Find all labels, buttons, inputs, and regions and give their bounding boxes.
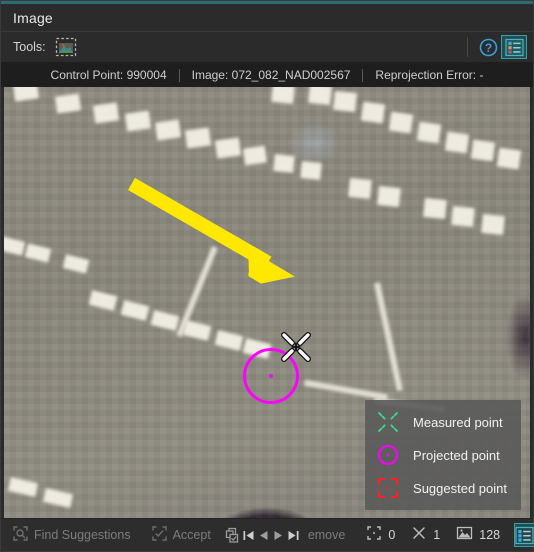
accept-button[interactable]: Accept	[144, 522, 218, 548]
window-title: Image	[13, 9, 53, 26]
last-record-icon[interactable]	[286, 523, 301, 547]
help-question-icon[interactable]: ?	[475, 35, 501, 59]
road-dash	[470, 139, 496, 162]
road-dash	[333, 90, 357, 113]
road-dash	[451, 205, 475, 228]
road-dash	[184, 127, 212, 149]
apply-to-all-icon[interactable]	[224, 523, 241, 547]
status-reprojection-error: Reprojection Error: -	[375, 68, 484, 82]
status-control-point: Control Point: 990004	[50, 68, 167, 82]
suggested-points-count: 0	[358, 522, 403, 548]
images-count-icon	[456, 525, 473, 546]
suggested-count-icon	[366, 525, 382, 546]
legend-list-icon[interactable]	[501, 35, 527, 59]
road-dash	[214, 137, 242, 159]
marker-legend: Measured point Projected point Suggested…	[365, 400, 521, 510]
road-dash	[348, 177, 372, 200]
accept-label: Accept	[172, 528, 211, 542]
road-dash	[360, 101, 386, 124]
tools-label: Tools:	[13, 40, 46, 54]
road-dash	[273, 154, 295, 173]
legend-item-measured-point: Measured point	[375, 409, 507, 435]
status-image-name: Image: 072_082_NAD002567	[191, 68, 351, 82]
find-suggestions-icon	[12, 525, 29, 545]
road-dash	[300, 161, 322, 180]
tools-bar-divider	[467, 37, 468, 57]
road-dash	[54, 93, 82, 114]
status-strip: Control Point: 990004 Image: 072_082_NAD…	[1, 63, 533, 87]
road-dash	[308, 87, 332, 106]
road-dash	[416, 121, 442, 144]
road-dash	[92, 102, 120, 124]
suggested-point-icon	[375, 475, 401, 501]
tools-bar: Tools: ?	[1, 32, 533, 63]
legend-label: Suggested point	[413, 480, 507, 496]
first-record-icon[interactable]	[241, 523, 256, 547]
road-dash	[496, 147, 522, 170]
road-dash	[388, 111, 414, 134]
bottom-toolbar: Find Suggestions Accept emove 0 1 128	[1, 518, 534, 551]
legend-item-projected-point: Projected point	[375, 442, 507, 468]
image-selection-tool-icon[interactable]	[53, 35, 79, 59]
road-dash	[242, 145, 268, 166]
svg-text:?: ?	[484, 41, 491, 55]
measured-point-icon	[375, 409, 401, 435]
image-viewport[interactable]: Measured point Projected point Suggested…	[1, 87, 533, 518]
remove-label: emove	[307, 528, 346, 542]
road-dash	[124, 110, 152, 132]
legend-item-suggested-point: Suggested point	[375, 475, 507, 501]
legend-label: Measured point	[413, 414, 503, 430]
measured-count-icon	[411, 525, 427, 546]
accept-icon	[151, 525, 168, 545]
projected-point-center-dot	[269, 374, 273, 378]
suggested-count-value: 0	[388, 528, 396, 542]
previous-record-icon[interactable]	[256, 523, 271, 547]
road-dash	[444, 131, 470, 154]
find-suggestions-button[interactable]: Find Suggestions	[5, 522, 138, 548]
measured-points-count: 1	[403, 522, 448, 548]
legend-label: Projected point	[413, 447, 500, 463]
find-suggestions-label: Find Suggestions	[34, 528, 131, 542]
remove-button[interactable]: emove	[301, 522, 353, 548]
image-panel-window: Image Tools: ? Control Point: 990004 Ima…	[0, 0, 534, 552]
road-dash	[377, 185, 401, 208]
next-record-icon[interactable]	[271, 523, 286, 547]
projected-point-icon	[375, 442, 401, 468]
road-dash	[154, 119, 182, 141]
measured-count-value: 1	[433, 528, 441, 542]
images-count: 128	[448, 522, 508, 548]
legend-toggle-icon[interactable]	[514, 523, 534, 547]
images-count-value: 128	[479, 528, 501, 542]
road-dash	[481, 213, 505, 236]
window-title-bar: Image	[1, 4, 533, 32]
road-dash	[423, 197, 447, 220]
road-dash	[271, 87, 295, 105]
